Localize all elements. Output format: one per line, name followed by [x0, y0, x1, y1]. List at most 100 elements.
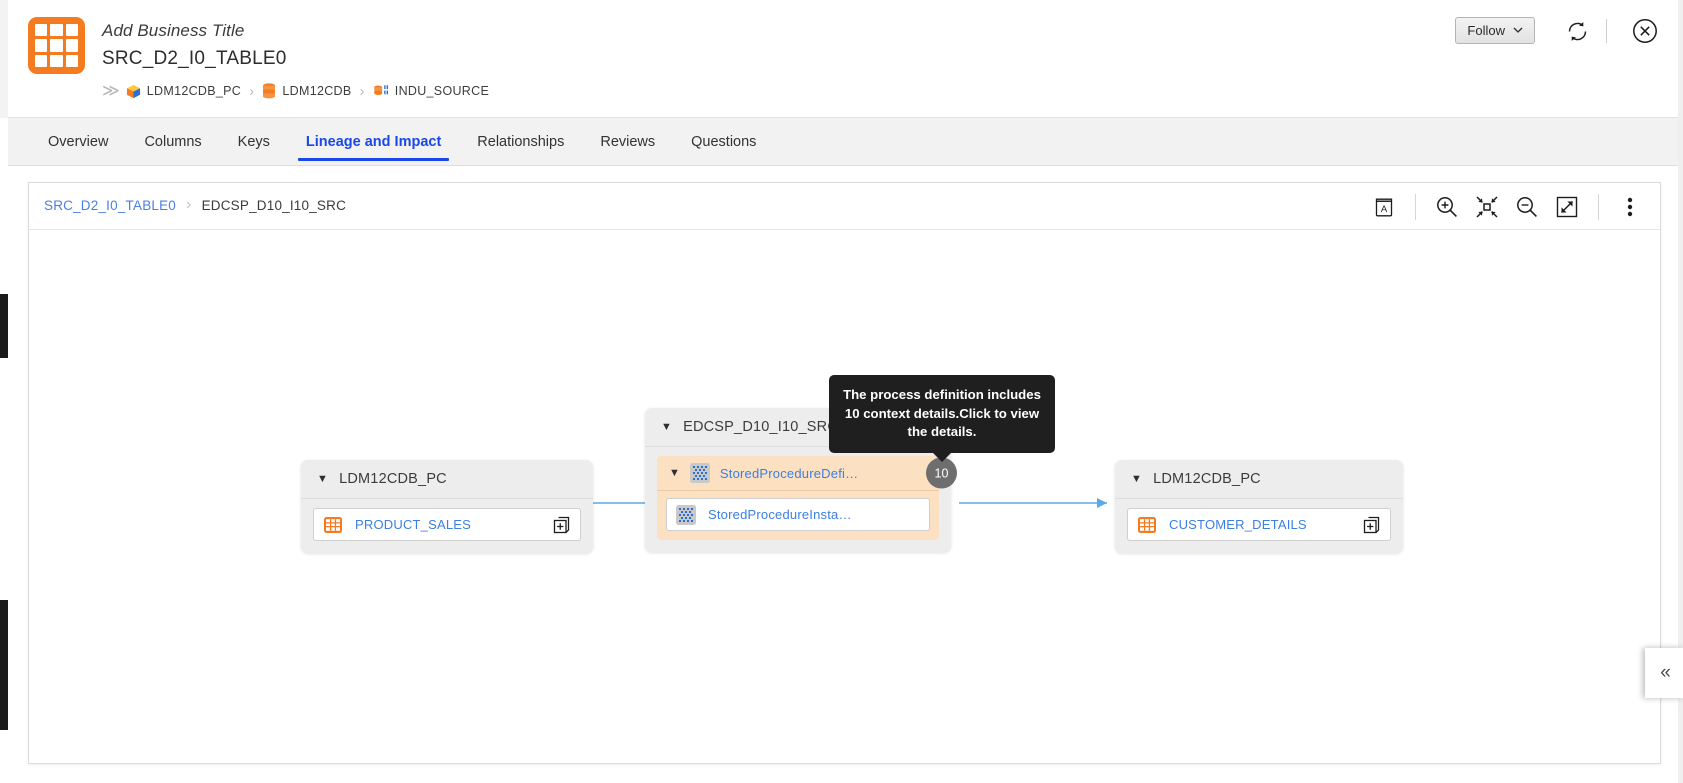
- lineage-page: Add Business Title SRC_D2_I0_TABLE0 ≫ LD…: [0, 0, 1683, 783]
- zoom-in-button[interactable]: [1429, 189, 1465, 225]
- close-button[interactable]: [1631, 17, 1659, 45]
- group-body: ▼ StoredProcedureDefi… 10 StoredProcedur…: [645, 447, 957, 552]
- tab-label: Relationships: [477, 134, 565, 150]
- stored-procedure-definition-label: StoredProcedureDefi…: [719, 465, 859, 481]
- svg-text:A: A: [1381, 204, 1388, 215]
- fit-to-screen-button[interactable]: [1469, 189, 1505, 225]
- tool-divider: [1415, 194, 1416, 220]
- double-chevron-left-icon: «: [1660, 662, 1670, 683]
- zoom-out-button[interactable]: [1509, 189, 1545, 225]
- lineage-toolbar: SRC_D2_I0_TABLE0 › EDCSP_D10_I10_SRC A: [29, 183, 1660, 230]
- group-body: PRODUCT_SALES: [301, 499, 593, 553]
- lineage-leaf-customer-details[interactable]: CUSTOMER_DETAILS: [1127, 508, 1391, 541]
- lineage-tool-group: A: [1366, 189, 1648, 225]
- tooltip-text: The process definition includes 10 conte…: [843, 387, 1041, 440]
- context-details-count: 10: [934, 466, 949, 480]
- collapse-side-panel-button[interactable]: «: [1645, 648, 1683, 698]
- tab-label: Reviews: [600, 134, 656, 150]
- tab-label: Questions: [691, 134, 757, 150]
- group-header[interactable]: ▼ LDM12CDB_PC: [301, 460, 593, 499]
- left-rail-segment-mid: [0, 118, 8, 294]
- zoom-in-icon: [1437, 197, 1457, 217]
- zoom-out-icon: [1517, 197, 1537, 217]
- close-circle-icon: [1633, 19, 1657, 43]
- tab-lineage-and-impact[interactable]: Lineage and Impact: [288, 118, 459, 166]
- leaf-label: PRODUCT_SALES: [355, 517, 472, 532]
- expand-button[interactable]: [1549, 189, 1585, 225]
- lineage-node-source-group[interactable]: ▼ LDM12CDB_PC PRODUCT_SALES: [301, 460, 593, 553]
- breadcrumb-item-label: INDU_SOURCE: [394, 84, 490, 98]
- left-rail-segment-dark-upper: [0, 294, 8, 358]
- breadcrumb-item-ldm12cdb-pc[interactable]: LDM12CDB_PC: [126, 84, 241, 99]
- asset-table-icon: [28, 17, 85, 74]
- follow-button[interactable]: Follow: [1455, 17, 1535, 44]
- group-header[interactable]: ▼ LDM12CDB_PC: [1115, 460, 1403, 499]
- left-rail-segment-dark-lower: [0, 600, 8, 730]
- tab-overview[interactable]: Overview: [30, 118, 126, 166]
- breadcrumb-item-indu-source[interactable]: INDU_SOURCE: [373, 84, 489, 99]
- stored-procedure-icon: [689, 463, 710, 483]
- cube-icon: [126, 84, 140, 98]
- breadcrumb-separator: ›: [249, 82, 255, 100]
- collapse-caret-icon[interactable]: ▼: [669, 467, 680, 479]
- business-title[interactable]: Add Business Title: [102, 21, 244, 41]
- more-menu-button[interactable]: [1612, 189, 1648, 225]
- table-icon: [324, 516, 342, 533]
- left-rail: [0, 0, 8, 783]
- tab-columns[interactable]: Columns: [126, 118, 219, 166]
- glossary-icon: A: [1375, 198, 1393, 217]
- lineage-leaf-product-sales[interactable]: PRODUCT_SALES: [313, 508, 581, 541]
- stored-procedure-definition-body: StoredProcedureInsta…: [657, 491, 939, 540]
- tab-label: Lineage and Impact: [305, 134, 442, 150]
- schema-icon: [374, 84, 388, 95]
- lineage-leaf-stored-procedure-instance[interactable]: StoredProcedureInsta…: [666, 498, 930, 531]
- glossary-button[interactable]: A: [1366, 189, 1402, 225]
- stored-procedure-definition-group[interactable]: ▼ StoredProcedureDefi… 10 StoredProcedur…: [657, 456, 957, 540]
- lineage-node-target-group[interactable]: ▼ LDM12CDB_PC CUSTOMER_DETAILS: [1115, 460, 1403, 553]
- tab-keys[interactable]: Keys: [220, 118, 288, 166]
- follow-button-label: Follow: [1467, 23, 1505, 38]
- refresh-icon: [1568, 21, 1586, 41]
- breadcrumb-expand-icon[interactable]: ≫: [102, 81, 120, 101]
- lineage-breadcrumb-chevron-icon: ›: [186, 196, 192, 213]
- breadcrumb-item-ldm12cdb[interactable]: LDM12CDB: [262, 83, 351, 99]
- table-icon: [1138, 516, 1156, 533]
- tab-relationships[interactable]: Relationships: [459, 118, 582, 166]
- lineage-breadcrumb-root[interactable]: SRC_D2_I0_TABLE0: [44, 198, 176, 213]
- breadcrumb-item-label: LDM12CDB_PC: [146, 84, 242, 98]
- group-title: LDM12CDB_PC: [1153, 471, 1261, 487]
- tab-label: Columns: [144, 134, 202, 150]
- tab-label: Overview: [48, 134, 109, 150]
- tab-label: Keys: [237, 134, 270, 150]
- leaf-label: CUSTOMER_DETAILS: [1169, 517, 1307, 532]
- header-divider: [1606, 19, 1607, 43]
- breadcrumb: ≫ LDM12CDB_PC › LDM12CDB › INDU_SOURCE: [102, 81, 489, 101]
- lineage-breadcrumb-current: EDCSP_D10_I10_SRC: [201, 197, 347, 213]
- group-title: LDM12CDB_PC: [339, 471, 447, 487]
- tab-questions[interactable]: Questions: [673, 118, 774, 166]
- collapse-caret-icon[interactable]: ▼: [1131, 473, 1142, 485]
- page-header: Add Business Title SRC_D2_I0_TABLE0 ≫ LD…: [8, 0, 1683, 118]
- tab-reviews[interactable]: Reviews: [582, 118, 673, 166]
- context-details-tooltip: The process definition includes 10 conte…: [829, 375, 1055, 454]
- breadcrumb-separator: ›: [359, 82, 365, 100]
- left-rail-segment-top: [0, 0, 8, 118]
- fit-to-screen-icon: [1476, 196, 1498, 218]
- breadcrumb-item-label: LDM12CDB: [282, 84, 352, 98]
- page-title: SRC_D2_I0_TABLE0: [102, 48, 287, 69]
- group-title: EDCSP_D10_I10_SRC: [683, 419, 839, 435]
- add-to-copy-icon[interactable]: [552, 515, 572, 535]
- refresh-button[interactable]: [1563, 17, 1591, 45]
- lineage-panel: SRC_D2_I0_TABLE0 › EDCSP_D10_I10_SRC A ▼…: [28, 182, 1661, 764]
- group-body: CUSTOMER_DETAILS: [1115, 499, 1403, 553]
- add-to-copy-icon[interactable]: [1362, 515, 1382, 535]
- chevron-down-icon: [1513, 27, 1523, 33]
- lineage-canvas[interactable]: ▼ LDM12CDB_PC PRODUCT_SALES ▼ EDCSP_D10_…: [29, 230, 1660, 763]
- tool-divider: [1598, 194, 1599, 220]
- collapse-caret-icon[interactable]: ▼: [317, 473, 328, 485]
- expand-icon: [1556, 196, 1578, 218]
- collapse-caret-icon[interactable]: ▼: [661, 421, 672, 433]
- stored-procedure-icon: [676, 504, 696, 525]
- stored-procedure-definition-header[interactable]: ▼ StoredProcedureDefi… 10: [657, 456, 957, 491]
- database-icon: [263, 83, 276, 99]
